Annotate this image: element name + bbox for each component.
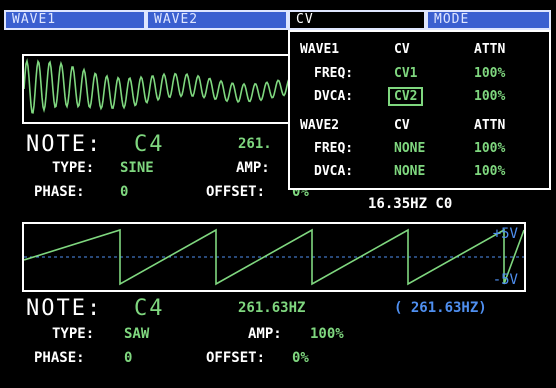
cv-wave1-dvca-source[interactable]: CV2 <box>388 87 424 106</box>
wave1-note-label: NOTE: <box>26 132 103 157</box>
cv-reference-readout: 16.35HZ C0 <box>368 196 453 212</box>
wave1-phase-value[interactable]: 0 <box>120 184 128 200</box>
wave1-phase-label: PHASE: <box>34 184 85 200</box>
wave2-note-label: NOTE: <box>26 296 103 321</box>
cv-panel: WAVE1 CV ATTN FREQ: CV1 100% DVCA: CV2 1… <box>288 30 551 190</box>
wave2-phase-label: PHASE: <box>34 350 85 366</box>
cv-wave1-freq-attn[interactable]: 100% <box>474 66 505 81</box>
tab-mode[interactable]: MODE <box>426 10 551 30</box>
cv-wave2-title: WAVE2 <box>300 118 340 133</box>
cv-wave2-dvca-label: DVCA: <box>314 164 354 179</box>
wave1-offset-label: OFFSET: <box>206 184 266 200</box>
wave2-offset-value[interactable]: 0% <box>292 350 309 366</box>
wave2-display: +5V -5V <box>22 222 526 292</box>
cv-wave1-dvca-attn[interactable]: 100% <box>474 89 505 104</box>
wave1-type-label: TYPE: <box>52 160 95 176</box>
wave2-offset-label: OFFSET: <box>206 350 266 366</box>
cv-wave1-col-cv: CV <box>394 42 410 57</box>
wave1-display <box>22 54 302 124</box>
cv-wave1-freq-label: FREQ: <box>314 66 354 81</box>
cv-wave2-col-attn: ATTN <box>474 118 506 133</box>
cv-wave2-col-cv: CV <box>394 118 410 133</box>
wave2-type-label: TYPE: <box>52 326 95 342</box>
wave1-note-value[interactable]: C4 <box>134 132 165 157</box>
wave2-type-value[interactable]: SAW <box>124 326 149 342</box>
wave1-amp-label: AMP: <box>236 160 270 176</box>
wave1-trace <box>23 58 301 114</box>
cv-wave2-freq-label: FREQ: <box>314 141 354 156</box>
wave2-frequency-alt: ( 261.63HZ) <box>394 300 487 316</box>
wave2-phase-value[interactable]: 0 <box>124 350 132 366</box>
wave2-scale-bottom: -5V <box>492 272 518 288</box>
cv-wave1-col-attn: ATTN <box>474 42 506 57</box>
wave2-amp-label: AMP: <box>248 326 282 342</box>
wave2-amp-value[interactable]: 100% <box>310 326 344 342</box>
wave1-frequency: 261. <box>238 136 272 152</box>
cv-wave1-dvca-label: DVCA: <box>314 89 354 104</box>
cv-wave2-freq-attn[interactable]: 100% <box>474 141 505 156</box>
wave2-trace <box>23 228 525 286</box>
wave2-scale-top: +5V <box>492 226 518 242</box>
cv-wave1-freq-source[interactable]: CV1 <box>394 66 417 81</box>
tab-wave2[interactable]: WAVE2 <box>146 10 288 30</box>
wave2-note-value[interactable]: C4 <box>134 296 165 321</box>
tab-wave1[interactable]: WAVE1 <box>4 10 146 30</box>
tab-cv[interactable]: CV <box>288 10 426 30</box>
cv-wave2-dvca-attn[interactable]: 100% <box>474 164 505 179</box>
cv-wave2-dvca-source[interactable]: NONE <box>394 164 425 179</box>
cv-wave2-freq-source[interactable]: NONE <box>394 141 425 156</box>
wave2-frequency: 261.63HZ <box>238 300 306 316</box>
cv-wave1-title: WAVE1 <box>300 42 340 57</box>
wave1-type-value[interactable]: SINE <box>120 160 154 176</box>
